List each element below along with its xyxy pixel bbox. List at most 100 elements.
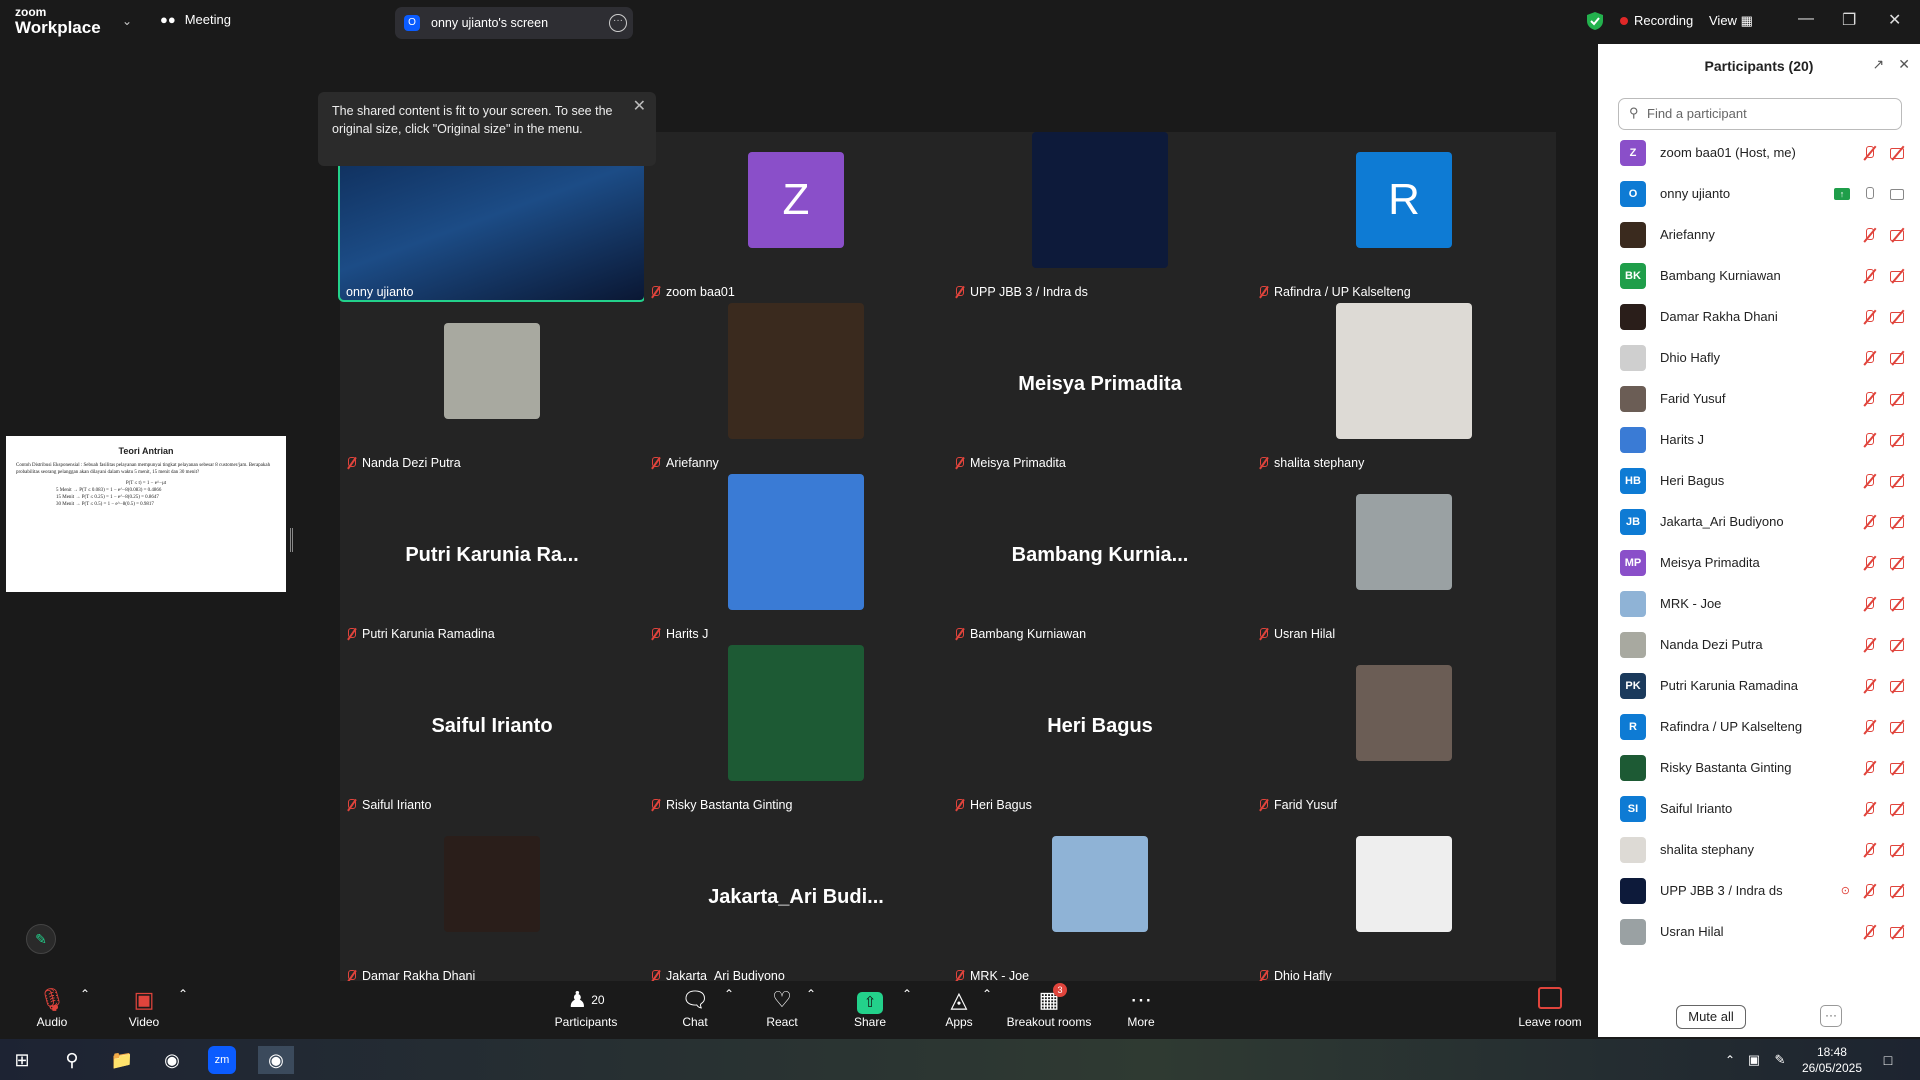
video-off-icon[interactable]	[1890, 679, 1906, 693]
video-off-icon[interactable]	[1890, 392, 1906, 406]
video-tile[interactable]: MRK - Joe	[948, 816, 1252, 987]
shared-slide-thumbnail[interactable]: Teori Antrian Contoh Distribusi Eksponen…	[6, 436, 286, 592]
participant-row[interactable]: Nanda Dezi Putra	[1598, 624, 1920, 665]
mute-all-button[interactable]: Mute all	[1676, 1005, 1746, 1029]
video-tile[interactable]: Dhio Hafly	[1252, 816, 1556, 987]
video-off-icon[interactable]	[1890, 228, 1906, 242]
audio-button[interactable]: 🎙 Audio	[34, 987, 70, 1029]
mic-muted-icon[interactable]	[1862, 391, 1878, 406]
chat-button[interactable]: 🗨 Chat	[680, 987, 710, 1029]
video-tile[interactable]: Usran Hilal	[1252, 474, 1556, 645]
mic-muted-icon[interactable]	[1862, 596, 1878, 611]
video-tile[interactable]: Saiful Irianto Saiful Irianto	[340, 645, 644, 816]
security-shield-icon[interactable]	[1586, 11, 1604, 31]
chat-caret-icon[interactable]: ⌃	[724, 987, 734, 1001]
participant-row[interactable]: UPP JBB 3 / Indra ds ⊙	[1598, 870, 1920, 911]
mic-muted-icon[interactable]	[1862, 432, 1878, 447]
annotate-pencil-icon[interactable]: ✎	[26, 924, 56, 954]
windows-start-icon[interactable]: ⊞	[8, 1046, 36, 1074]
video-tile[interactable]: R Rafindra / UP Kalselteng	[1252, 132, 1556, 303]
video-off-icon[interactable]	[1890, 802, 1906, 816]
participant-row[interactable]: MRK - Joe	[1598, 583, 1920, 624]
split-divider-handle[interactable]	[290, 528, 293, 552]
participant-row[interactable]: Damar Rakha Dhani	[1598, 296, 1920, 337]
taskbar-search-icon[interactable]: ⚲	[58, 1046, 86, 1074]
mic-muted-icon[interactable]	[1862, 350, 1878, 365]
video-off-icon[interactable]	[1890, 474, 1906, 488]
close-icon[interactable]: ✕	[1888, 10, 1901, 30]
mic-muted-icon[interactable]	[1862, 145, 1878, 160]
mic-muted-icon[interactable]	[1862, 227, 1878, 242]
apps-caret-icon[interactable]: ⌃	[982, 987, 992, 1001]
chrome-active-icon[interactable]: ◉	[258, 1046, 294, 1074]
participant-row[interactable]: R Rafindra / UP Kalselteng	[1598, 706, 1920, 747]
video-off-icon[interactable]	[1890, 310, 1906, 324]
video-off-icon[interactable]	[1890, 720, 1906, 734]
video-off-icon[interactable]	[1890, 515, 1906, 529]
screen-share-indicator[interactable]: O onny ujianto's screen ···	[395, 7, 633, 39]
video-caret-icon[interactable]: ⌃	[178, 987, 188, 1001]
video-off-icon[interactable]	[1890, 843, 1906, 857]
react-caret-icon[interactable]: ⌃	[806, 987, 816, 1001]
participant-row[interactable]: PK Putri Karunia Ramadina	[1598, 665, 1920, 706]
zoom-app-icon[interactable]: zm	[208, 1046, 236, 1074]
participant-row[interactable]: MP Meisya Primadita	[1598, 542, 1920, 583]
restore-icon[interactable]: ❐	[1842, 10, 1856, 30]
file-explorer-icon[interactable]: 📁	[108, 1046, 136, 1074]
more-options-icon[interactable]: ···	[609, 14, 627, 32]
participant-row[interactable]: shalita stephany	[1598, 829, 1920, 870]
video-tile[interactable]: Bambang Kurnia... Bambang Kurniawan	[948, 474, 1252, 645]
participant-row[interactable]: SI Saiful Irianto	[1598, 788, 1920, 829]
react-button[interactable]: ♡ React	[764, 987, 800, 1029]
mic-muted-icon[interactable]	[1862, 924, 1878, 939]
video-button[interactable]: ▣ Video	[126, 987, 162, 1029]
mic-muted-icon[interactable]	[1862, 514, 1878, 529]
mic-muted-icon[interactable]	[1862, 883, 1878, 898]
video-tile[interactable]: Jakarta_Ari Budi... Jakarta_Ari Budiyono	[644, 816, 948, 987]
mic-muted-icon[interactable]	[1862, 801, 1878, 816]
participant-row[interactable]: Dhio Hafly	[1598, 337, 1920, 378]
system-clock[interactable]: 18:48 26/05/2025	[1802, 1044, 1862, 1076]
mic-muted-icon[interactable]	[1862, 555, 1878, 570]
video-off-icon[interactable]	[1890, 761, 1906, 775]
video-tile[interactable]: Harits J	[644, 474, 948, 645]
participant-row[interactable]: Ariefanny	[1598, 214, 1920, 255]
popout-icon[interactable]: ↗	[1873, 56, 1885, 73]
video-tile[interactable]: Damar Rakha Dhani	[340, 816, 644, 987]
participant-row[interactable]: Oonny ujianto ↑	[1598, 173, 1920, 214]
participant-search-input[interactable]: ⚲ Find a participant	[1618, 98, 1902, 130]
audio-caret-icon[interactable]: ⌃	[80, 987, 90, 1001]
video-tile[interactable]: Nanda Dezi Putra	[340, 303, 644, 474]
mic-muted-icon[interactable]	[1862, 719, 1878, 734]
video-tile[interactable]: shalita stephany	[1252, 303, 1556, 474]
participants-button[interactable]: ♟ 20 Participants	[552, 987, 620, 1029]
chrome-icon[interactable]: ◉	[158, 1046, 186, 1074]
video-tile[interactable]: Meisya Primadita Meisya Primadita	[948, 303, 1252, 474]
video-tile[interactable]: Putri Karunia Ra... Putri Karunia Ramadin…	[340, 474, 644, 645]
participant-row[interactable]: BK Bambang Kurniawan	[1598, 255, 1920, 296]
video-off-icon[interactable]	[1890, 433, 1906, 447]
apps-button[interactable]: ◬ Apps	[942, 987, 976, 1029]
video-tile[interactable]: Farid Yusuf	[1252, 645, 1556, 816]
video-off-icon[interactable]	[1890, 638, 1906, 652]
video-off-icon[interactable]	[1890, 597, 1906, 611]
participant-row[interactable]: JB Jakarta_Ari Budiyono	[1598, 501, 1920, 542]
panel-close-icon[interactable]: ✕	[1898, 56, 1910, 73]
minimize-icon[interactable]: —	[1798, 10, 1814, 28]
more-button[interactable]: ⋯ More	[1126, 987, 1156, 1029]
tooltip-close-icon[interactable]: ✕	[633, 98, 646, 116]
panel-more-icon[interactable]: ···	[1820, 1005, 1842, 1027]
view-menu-button[interactable]: View ▦	[1709, 13, 1753, 29]
pen-tray-icon[interactable]: ✎	[1766, 1046, 1794, 1074]
video-off-icon[interactable]	[1890, 146, 1906, 160]
participant-row[interactable]: Usran Hilal	[1598, 911, 1920, 952]
meeting-menu-button[interactable]: ●● Meeting	[160, 12, 231, 27]
mic-muted-icon[interactable]	[1862, 309, 1878, 324]
video-off-icon[interactable]	[1890, 884, 1906, 898]
breakout-rooms-button[interactable]: ▦ 3 Breakout rooms	[1006, 983, 1092, 1029]
share-caret-icon[interactable]: ⌃	[902, 987, 912, 1001]
video-tile[interactable]: Ariefanny	[644, 303, 948, 474]
recording-indicator[interactable]: Recording	[1620, 13, 1693, 28]
mic-muted-icon[interactable]	[1862, 473, 1878, 488]
video-tile[interactable]: Zzoom baa01	[644, 132, 948, 303]
